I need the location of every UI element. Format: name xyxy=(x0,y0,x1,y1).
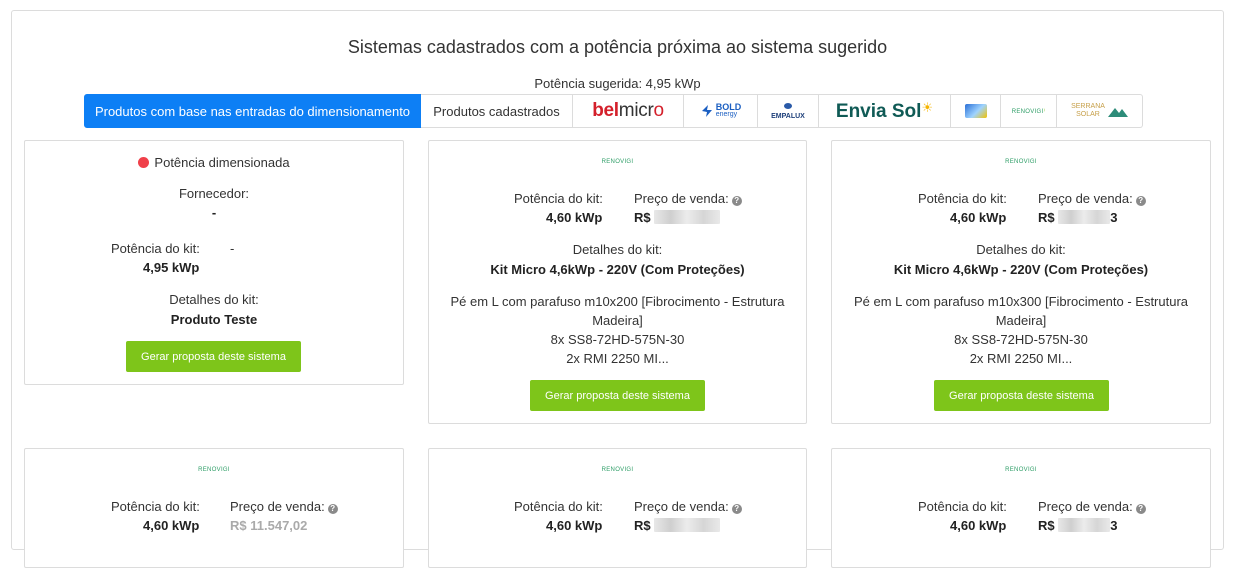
tab-envia-sol[interactable]: Envia Sol☀ xyxy=(819,94,951,128)
supplier-value: - xyxy=(211,205,217,220)
renovigi-logo: RENOVIGI xyxy=(601,467,634,473)
price-value: R$ 3 xyxy=(1038,518,1118,533)
power-value: 4,60 kWp xyxy=(546,210,603,225)
details-label: Detalhes do kit: xyxy=(976,242,1066,257)
details-label: Detalhes do kit: xyxy=(572,242,663,257)
kit-description: Pé em L com parafuso m10x300 [Fibrocimen… xyxy=(853,294,1189,366)
help-icon[interactable]: ? xyxy=(327,504,338,514)
tab-small-brand[interactable] xyxy=(951,94,1001,128)
renovigi-logo: RENOVIGI xyxy=(198,467,230,473)
kit-card: RENOVIGI Potência do kit: Preço de venda… xyxy=(428,448,807,568)
tab-dimensioning-products[interactable]: Produtos com base nas entradas do dimens… xyxy=(84,94,421,128)
generate-proposal-button[interactable]: Gerar proposta deste sistema xyxy=(126,341,301,372)
kit-card: RENOVIGI Potência do kit: Preço de venda… xyxy=(428,140,807,424)
tab-registered-products[interactable]: Produtos cadastrados xyxy=(421,94,573,128)
power-value: 4,60 kWp xyxy=(143,518,200,533)
kit-card: RENOVIGI Potência do kit: Preço de venda… xyxy=(831,140,1211,424)
suggested-power: Potência sugerida: 4,95 kWp xyxy=(534,76,701,91)
bold-energy-logo: BOLD energy xyxy=(700,103,741,119)
help-icon[interactable]: ? xyxy=(1135,504,1146,514)
power-label: Potência do kit: xyxy=(111,241,200,256)
power-label: Potência do kit: xyxy=(514,499,603,514)
dimensioned-system-card: Potência dimensionada Fornecedor: - Potê… xyxy=(24,140,404,385)
power-label: Potência do kit: xyxy=(918,191,1007,206)
kit-card: RENOVIGI Potência do kit: Preço de venda… xyxy=(24,448,404,568)
supplier-label: Fornecedor: xyxy=(178,186,250,201)
tab-renovigi[interactable]: RENOVIGI⁾ xyxy=(1001,94,1057,128)
small-brand-logo xyxy=(964,104,987,118)
tab-label: Produtos com base nas entradas do dimens… xyxy=(94,103,411,119)
help-icon[interactable]: ? xyxy=(731,504,742,514)
renovigi-logo: RENOVIGI xyxy=(1005,467,1037,473)
tab-bold-energy[interactable]: BOLD energy xyxy=(684,94,758,128)
generate-proposal-button[interactable]: Gerar proposta deste sistema xyxy=(934,380,1109,411)
product-tabs: Produtos com base nas entradas do dimens… xyxy=(84,94,1143,128)
serrana-solar-logo: SERRANA SOLAR xyxy=(1071,103,1128,119)
page-title: Sistemas cadastrados com a potência próx… xyxy=(347,37,888,57)
price-label: Preço de venda:? xyxy=(634,499,742,514)
power-value: 4,60 kWp xyxy=(546,518,603,533)
power-label: Potência do kit: xyxy=(514,191,603,206)
details-value: Produto Teste xyxy=(170,312,258,327)
price-value: R$ xyxy=(634,210,721,225)
details-label: Detalhes do kit: xyxy=(169,292,259,307)
status-line: Potência dimensionada xyxy=(25,155,403,170)
details-value: Kit Micro 4,6kWp - 220V (Com Proteções) xyxy=(893,262,1149,277)
blurred-price xyxy=(1058,210,1111,224)
envia-sol-logo: Envia Sol☀ xyxy=(835,99,934,122)
kit-card: RENOVIGI Potência do kit: Preço de venda… xyxy=(831,448,1211,568)
status-text: Potência dimensionada xyxy=(154,155,290,170)
power-label: Potência do kit: xyxy=(918,499,1007,514)
help-icon[interactable]: ? xyxy=(1135,196,1146,206)
renovigi-logo: RENOVIGI xyxy=(601,159,634,165)
generate-proposal-button[interactable]: Gerar proposta deste sistema xyxy=(530,380,705,411)
price-value: R$ 11.547,02 xyxy=(230,518,308,533)
kit-description: Pé em L com parafuso m10x200 [Fibrocimen… xyxy=(450,294,785,366)
power-value: 4,60 kWp xyxy=(950,518,1007,533)
renovigi-logo: RENOVIGI⁾ xyxy=(1011,108,1046,115)
tab-belmicro[interactable]: belmicro xyxy=(573,94,684,128)
details-value: Kit Micro 4,6kWp - 220V (Com Proteções) xyxy=(490,262,745,277)
price-label: Preço de venda:? xyxy=(1038,499,1146,514)
power-value: 4,95 kWp xyxy=(143,260,200,275)
tab-serrana-solar[interactable]: SERRANA SOLAR xyxy=(1057,94,1143,128)
renovigi-logo: RENOVIGI xyxy=(1005,159,1037,165)
status-dot-icon xyxy=(138,157,150,168)
price-value: R$ 3 xyxy=(1038,210,1118,225)
blurred-price xyxy=(654,210,721,224)
tab-empalux[interactable]: EMPALUX xyxy=(758,94,819,128)
price-value: R$ xyxy=(634,518,721,533)
price-label: Preço de venda:? xyxy=(634,191,742,206)
price-value: - xyxy=(230,241,235,256)
power-value: 4,60 kWp xyxy=(950,210,1007,225)
tab-label: Produtos cadastrados xyxy=(433,103,560,119)
empalux-logo: EMPALUX xyxy=(771,102,805,121)
price-label: Preço de venda:? xyxy=(230,499,338,514)
belmicro-logo: belmicro xyxy=(592,100,664,121)
price-label: Preço de venda:? xyxy=(1038,191,1146,206)
help-icon[interactable]: ? xyxy=(731,196,742,206)
power-label: Potência do kit: xyxy=(111,499,200,514)
